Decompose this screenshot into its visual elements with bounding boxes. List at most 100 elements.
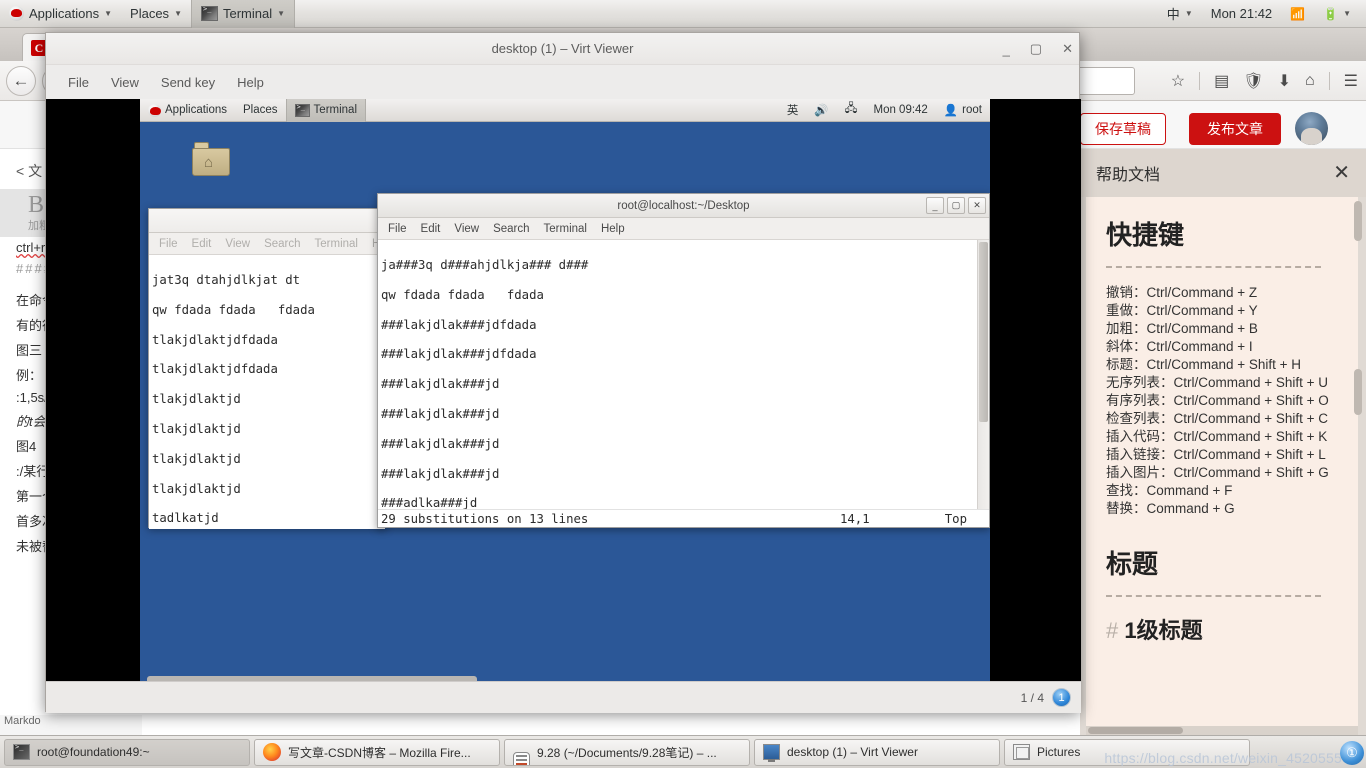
back-arrow-icon[interactable]: ← — [6, 65, 36, 96]
terminal-line: tadlkatjd — [152, 511, 219, 526]
guest-places-label: Places — [243, 104, 278, 116]
guest-clock-label: Mon 09:42 — [873, 104, 928, 116]
close-button[interactable]: ✕ — [968, 197, 986, 214]
vim-cursor-position: 14,1 — [840, 511, 870, 526]
minimize-button[interactable]: _ — [1003, 42, 1010, 57]
network-icon[interactable]: 📶 — [1281, 0, 1314, 28]
terminal-window-right[interactable]: root@localhost:~/Desktop _ ▢ ✕ File Edit… — [377, 193, 990, 528]
help-hscrollbar-thumb[interactable] — [1088, 727, 1183, 734]
menu-view[interactable]: View — [111, 75, 139, 90]
guest-clock[interactable]: Mon 09:42 — [865, 99, 935, 122]
help-scrollbar[interactable] — [1354, 201, 1362, 721]
menu-file[interactable]: File — [388, 223, 407, 235]
clock[interactable]: Mon 21:42 — [1202, 0, 1281, 28]
applications-menu-label: Applications — [29, 6, 100, 21]
guest-user-menu[interactable]: 👤 root — [936, 99, 990, 122]
chevron-down-icon: ▼ — [174, 8, 182, 18]
terminal-left-output[interactable]: jat3q dtahjdlkjat dt qw fdada fdada fdad… — [149, 255, 385, 529]
taskbar-item-virt-viewer[interactable]: desktop (1) – Virt Viewer — [754, 738, 1000, 766]
help-scrollbar-thumb[interactable] — [1354, 201, 1362, 241]
guest-desktop[interactable]: ⌂ File Edit View Search Terminal Help — [140, 122, 990, 713]
watermark-badge: ① — [1340, 741, 1364, 765]
guest-places-menu[interactable]: Places — [235, 99, 286, 122]
terminal-window-left[interactable]: File Edit View Search Terminal Help jat3… — [148, 208, 396, 529]
hash-mark: # — [1106, 618, 1119, 643]
menu-send-key[interactable]: Send key — [161, 75, 215, 90]
host-panel-left: Applications ▼ Places ▼ Terminal ▼ — [0, 0, 296, 28]
menu-terminal[interactable]: Terminal — [544, 223, 587, 235]
guest-applications-menu[interactable]: Applications — [140, 99, 235, 122]
terminal-left-titlebar[interactable] — [149, 209, 385, 233]
terminal-right-output[interactable]: ja###3q d###ahjdlkja### d### qw fdada fd… — [378, 240, 989, 509]
applications-menu[interactable]: Applications ▼ — [0, 0, 121, 28]
terminal-icon — [294, 103, 310, 117]
shortcut-item: 有序列表：Ctrl/Command + Shift + O — [1106, 393, 1329, 408]
user-avatar[interactable] — [1295, 112, 1328, 145]
terminal-right-scrollbar-thumb[interactable] — [979, 242, 988, 422]
help-hscrollbar[interactable] — [1086, 726, 1358, 735]
close-icon[interactable]: ✕ — [1333, 163, 1350, 183]
divider-2 — [1106, 595, 1321, 597]
maximize-button[interactable]: ▢ — [1030, 41, 1042, 57]
help-sidebar-header: 帮助文档 ✕ — [1080, 149, 1366, 197]
page-indicator-bar: 1 / 4 1 — [46, 681, 1081, 713]
home-folder-icon[interactable]: ⌂ — [192, 142, 230, 176]
input-method-indicator[interactable]: 中 ▼ — [1158, 0, 1202, 28]
editor-status: Markdo — [0, 715, 142, 735]
terminal-right-scrollbar[interactable] — [977, 240, 989, 527]
menu-search[interactable]: Search — [493, 223, 529, 235]
menu-search[interactable]: Search — [264, 238, 300, 250]
terminal-right-titlebar[interactable]: root@localhost:~/Desktop _ ▢ ✕ — [378, 194, 989, 218]
menu-edit[interactable]: Edit — [192, 238, 212, 250]
window-menu-terminal[interactable]: Terminal ▼ — [190, 0, 296, 28]
maximize-button[interactable]: ▢ — [947, 197, 965, 214]
menu-icon[interactable]: ☰ — [1344, 71, 1358, 91]
home-icon[interactable]: ⌂ — [1305, 72, 1315, 90]
close-button[interactable]: ✕ — [1062, 41, 1073, 57]
minimize-button[interactable]: _ — [926, 197, 944, 214]
terminal-line: tlakjdlaktjd — [152, 421, 241, 436]
menu-help[interactable]: Help — [237, 75, 264, 90]
taskbar-item-firefox[interactable]: 写文章-CSDN博客 – Mozilla Fire... — [254, 738, 500, 766]
taskbar-item-gedit[interactable]: 9.28 (~/Documents/9.28笔记) – ... — [504, 738, 750, 766]
places-menu[interactable]: Places ▼ — [121, 0, 191, 28]
guest-input-method[interactable]: 英 — [779, 99, 807, 122]
menu-view[interactable]: View — [454, 223, 479, 235]
taskbar-item-terminal[interactable]: root@foundation49:~ — [4, 738, 250, 766]
taskbar-item-pictures[interactable]: Pictures — [1004, 738, 1250, 766]
menu-terminal[interactable]: Terminal — [315, 238, 358, 250]
menu-help[interactable]: Help — [601, 223, 625, 235]
virt-viewer-canvas[interactable]: Applications Places Terminal 英 🔊 — [46, 99, 1081, 713]
terminal-right-menubar: File Edit View Search Terminal Help — [378, 218, 989, 240]
chevron-down-icon: ▼ — [1343, 8, 1351, 18]
menu-view[interactable]: View — [225, 238, 250, 250]
virt-viewer-titlebar[interactable]: desktop (1) – Virt Viewer _ ▢ ✕ — [46, 33, 1079, 65]
publish-article-button[interactable]: 发布文章 — [1189, 113, 1281, 145]
help-scrollbar-thumb-2[interactable] — [1354, 369, 1362, 415]
guest-screen[interactable]: Applications Places Terminal 英 🔊 — [140, 99, 990, 713]
terminal-icon — [200, 5, 218, 21]
terminal-line: ###adlka###jd — [381, 496, 478, 509]
terminal-line: tlakjdlaktjd — [152, 481, 241, 496]
menu-file[interactable]: File — [68, 75, 89, 90]
toolbar-divider — [1199, 72, 1201, 90]
star-icon[interactable]: ☆ — [1171, 71, 1185, 91]
host-taskbar: root@foundation49:~ 写文章-CSDN博客 – Mozilla… — [0, 735, 1366, 768]
pocket-icon[interactable]: 🛡 — [1243, 71, 1263, 91]
battery-icon[interactable]: 🔋 ▼ — [1314, 0, 1360, 28]
chevron-down-icon: ▼ — [104, 8, 113, 18]
page-badge[interactable]: 1 — [1052, 688, 1071, 707]
reader-icon[interactable]: ▤ — [1214, 71, 1229, 91]
guest-volume-icon[interactable]: 🔊 — [806, 99, 836, 122]
shortcut-item: 插入代码：Ctrl/Command + Shift + K — [1106, 429, 1328, 444]
shortcut-item: 标题：Ctrl/Command + Shift + H — [1106, 357, 1302, 372]
menu-file[interactable]: File — [159, 238, 178, 250]
save-draft-button[interactable]: 保存草稿 — [1080, 113, 1166, 145]
menu-edit[interactable]: Edit — [421, 223, 441, 235]
guest-window-menu-terminal[interactable]: Terminal — [285, 99, 367, 122]
taskbar-item-label: Pictures — [1037, 745, 1081, 759]
screen: C 写文章-CSDN博客 ← ⓘ ☆ ▤ 🛡 ⬇ ⌂ ☰ 保存草稿 发布文章 <… — [0, 0, 1366, 768]
guest-network-icon[interactable]: 🖧 — [837, 99, 866, 122]
download-icon[interactable]: ⬇ — [1278, 71, 1291, 91]
chevron-down-icon: ▼ — [277, 8, 286, 18]
